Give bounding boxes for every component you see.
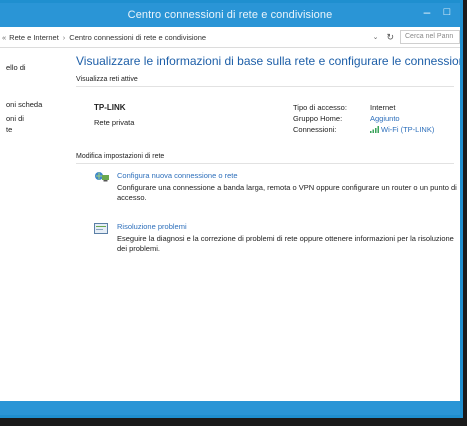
window-bottom-border [0,401,460,415]
wifi-signal-icon [370,126,379,133]
network-sharing-center-window: Centro connessioni di rete e condivision… [0,0,463,418]
chevron-down-icon[interactable]: ⌄ [373,33,379,41]
task-troubleshoot-description: Eseguire la diagnosi e la correzione di … [117,234,454,253]
sidebar-item-sharing-settings[interactable]: oni di [6,114,24,123]
sidebar-item-adapter-settings[interactable]: oni scheda [6,100,42,109]
active-networks-label: Visualizza reti attive [76,76,138,83]
search-input[interactable]: Cerca nel Pann [400,30,460,44]
refresh-icon[interactable]: ↻ [386,32,394,43]
network-setup-icon [94,170,109,182]
task-new-connection-description: Configurare una connessione a banda larg… [117,183,457,202]
breadcrumb-prefix-icon[interactable]: « [2,33,6,42]
address-tools: ⌄ ↻ Cerca nel Pann [373,27,460,47]
minimize-button[interactable]: – [420,6,434,18]
page-title: Visualizzare le informazioni di base sul… [76,54,463,68]
change-settings-label: Modifica impostazioni di rete [76,153,165,160]
breadcrumb-centro-connessioni[interactable]: Centro connessioni di rete e condivision… [69,33,206,42]
section-divider [76,86,454,87]
task-troubleshoot-link[interactable]: Risoluzione problemi [117,222,187,231]
breadcrumb[interactable]: « Rete e Internet › Centro connessioni d… [0,33,206,42]
main-content: Visualizzare le informazioni di base sul… [70,48,460,401]
breadcrumb-separator-icon: › [62,32,66,42]
connections-label: Connessioni: [293,125,337,134]
access-type-label: Tipo di accesso: [293,103,347,112]
network-name: TP-LINK [94,103,126,112]
access-type-value: Internet [370,103,396,112]
maximize-button[interactable]: □ [440,6,454,18]
sidebar-item-home[interactable]: ello di [6,63,26,72]
troubleshoot-icon [94,222,108,234]
title-bar[interactable]: Centro connessioni di rete e condivision… [0,3,460,27]
section-divider [76,163,454,164]
address-bar: « Rete e Internet › Centro connessioni d… [0,27,460,48]
task-new-connection-link[interactable]: Configura nuova connessione o rete [117,171,238,180]
network-type-link[interactable]: Rete privata [94,118,134,127]
homegroup-label: Gruppo Home: [293,114,343,123]
window-title: Centro connessioni di rete e condivision… [127,9,333,21]
wifi-connection-label: Wi-Fi (TP-LINK) [381,125,435,134]
sidebar-item-sharing-settings-cont[interactable]: te [6,125,12,134]
wifi-connection-link[interactable]: Wi-Fi (TP-LINK) [370,125,434,134]
breadcrumb-rete-internet[interactable]: Rete e Internet [9,33,59,42]
sidebar: ello di oni scheda oni di te [0,48,70,401]
homegroup-link[interactable]: Aggiunto [370,114,400,123]
